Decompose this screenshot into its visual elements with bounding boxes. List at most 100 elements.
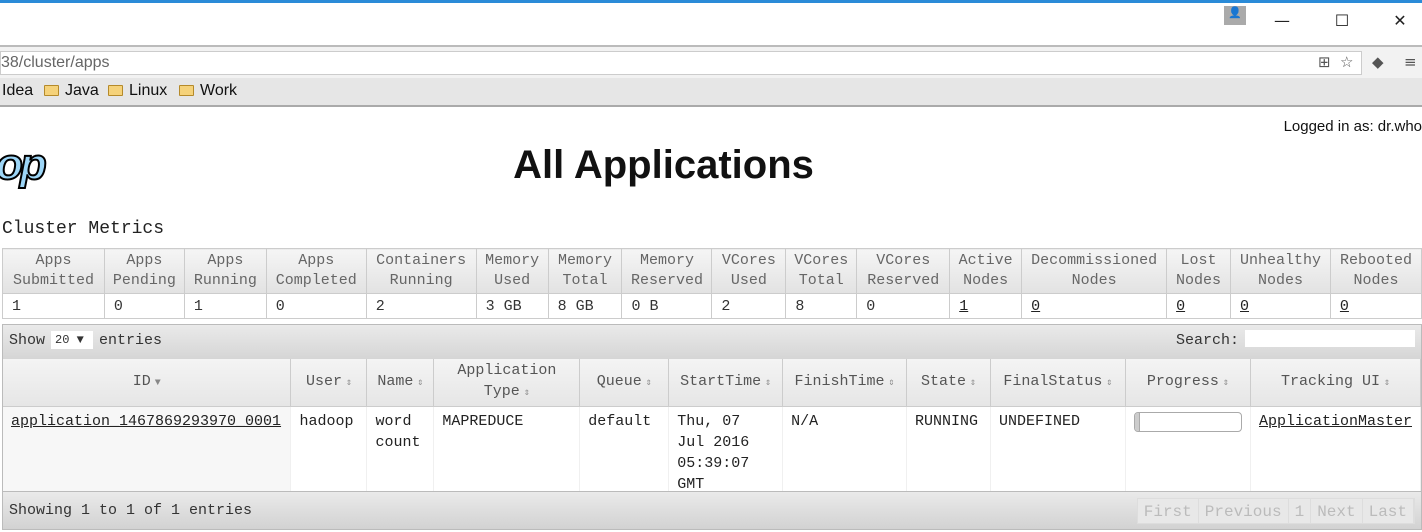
metric-header: Rebooted Nodes	[1329, 248, 1422, 294]
page-size-value: 20	[55, 333, 70, 347]
column-header[interactable]: StartTime ⇕	[668, 359, 784, 407]
pager-first[interactable]: First	[1138, 499, 1199, 523]
metric-header-line: Nodes	[1071, 272, 1117, 289]
translate-icon[interactable]: ⊞	[1318, 53, 1331, 71]
table-row: application_1467869293970_0001 hadoop wo…	[3, 406, 1422, 499]
metric-header-line: Running	[193, 272, 257, 289]
application-master-link[interactable]: ApplicationMaster	[1259, 413, 1412, 430]
close-button[interactable]: ✕	[1388, 11, 1412, 35]
metric-header-line: Unhealthy	[1239, 252, 1321, 269]
metric-header-line: Memory	[639, 252, 694, 269]
metric-header-line: Apps	[126, 252, 163, 269]
metric-header: Containers Running	[365, 248, 477, 294]
metric-header-line: Pending	[112, 272, 176, 289]
metric-value: 2	[711, 293, 787, 319]
applications-table: ID ▼ User ⇕ Name ⇕ Application Type ⇕ Queue ⇕ Star…	[3, 359, 1422, 499]
column-header[interactable]: Name ⇕	[366, 359, 435, 407]
column-header[interactable]: Progress ⇕	[1125, 359, 1251, 407]
column-header[interactable]: FinalStatus ⇕	[990, 359, 1126, 407]
sort-icon[interactable]: ⇕	[1384, 378, 1390, 389]
page-title: All Applications	[513, 143, 814, 187]
column-header[interactable]: User ⇕	[290, 359, 368, 407]
sort-icon[interactable]: ⇕	[765, 378, 771, 389]
bookmark-linux[interactable]: Linux	[108, 82, 167, 100]
sort-icon[interactable]: ⇕	[889, 378, 895, 389]
search-input[interactable]	[1245, 330, 1415, 347]
star-icon[interactable]: ☆	[1340, 53, 1353, 71]
metric-header-line: Total	[798, 272, 844, 289]
metric-link[interactable]: 0	[1240, 298, 1249, 315]
metric-header: VCores Used	[711, 248, 787, 294]
metric-value-text: 2	[375, 297, 385, 315]
maximize-button[interactable]: ☐	[1330, 11, 1354, 35]
applications-panel: Show 20 ▼ entries Search: ID ▼ User ⇕ Name ⇕ App…	[2, 324, 1422, 530]
bookmark-java[interactable]: Java	[44, 82, 99, 100]
sort-icon[interactable]: ⇕	[1223, 378, 1229, 389]
column-header[interactable]: State ⇕	[906, 359, 991, 407]
table-footer: Showing 1 to 1 of 1 entries First Previou…	[3, 491, 1421, 529]
bookmark-label: Java	[65, 82, 99, 99]
minimize-button[interactable]: —	[1270, 11, 1294, 35]
metric-value: 0	[1021, 293, 1168, 319]
metric-header: Decommissioned Nodes	[1021, 248, 1168, 294]
metric-header-line: Reserved	[630, 272, 703, 289]
sort-icon[interactable]: ⇕	[417, 378, 423, 389]
sort-icon[interactable]: ⇕	[970, 378, 976, 389]
pager-1[interactable]: 1	[1289, 499, 1312, 523]
metric-header: Apps Submitted	[2, 248, 105, 294]
metric-value: 0 B	[621, 293, 713, 319]
pager-previous[interactable]: Previous	[1199, 499, 1289, 523]
app-id-link[interactable]: application_1467869293970_0001	[11, 413, 281, 430]
tracking-ui-cell: ApplicationMaster	[1250, 406, 1422, 499]
metric-value: 0	[856, 293, 951, 319]
pager-next[interactable]: Next	[1311, 499, 1363, 523]
sort-icon[interactable]: ⇕	[646, 378, 652, 389]
metric-header: VCores Reserved	[856, 248, 951, 294]
metric-header-line: Submitted	[12, 272, 94, 289]
metric-value: 0	[1329, 293, 1422, 319]
metric-header: Memory Used	[475, 248, 549, 294]
metric-value: 1	[2, 293, 105, 319]
metric-header: Unhealthy Nodes	[1230, 248, 1331, 294]
extension-icon[interactable]: ◆	[1372, 53, 1384, 71]
pagination: First Previous 1 Next Last	[1136, 498, 1415, 524]
search-label: Search:	[1175, 332, 1239, 349]
column-header[interactable]: Application Type ⇕	[433, 359, 581, 407]
url-input[interactable]: 38/cluster/apps	[0, 51, 1362, 75]
sort-desc-icon[interactable]: ▼	[155, 378, 161, 389]
sort-icon[interactable]: ⇕	[346, 378, 352, 389]
title-bar: 👤 — ☐ ✕	[0, 3, 1422, 45]
app-id-cell: application_1467869293970_0001	[3, 406, 292, 499]
column-header-label: StartTime	[680, 372, 762, 390]
entries-info: Showing 1 to 1 of 1 entries	[9, 502, 253, 519]
column-header-label: ID	[132, 372, 151, 390]
sort-icon[interactable]: ⇕	[1106, 378, 1112, 389]
start-time-cell: Thu, 07 Jul 2016 05:39:07 GMT	[668, 406, 784, 499]
pager-last[interactable]: Last	[1363, 499, 1414, 523]
metric-value-text: 8	[795, 297, 805, 315]
bookmark-idea[interactable]: Idea	[2, 82, 33, 100]
column-header-label: Application Type	[457, 362, 557, 401]
column-header-label: User	[305, 372, 342, 390]
column-header[interactable]: Queue ⇕	[579, 359, 670, 407]
column-header-label: State	[920, 372, 966, 390]
column-header[interactable]: FinishTime ⇕	[782, 359, 907, 407]
metric-header: Apps Completed	[265, 248, 367, 294]
page-size-select[interactable]: 20 ▼	[51, 331, 94, 349]
bookmark-work[interactable]: Work	[179, 82, 237, 100]
user-profile-icon[interactable]: 👤	[1224, 6, 1246, 25]
metric-link[interactable]: 1	[959, 298, 968, 315]
menu-icon[interactable]: ≡	[1404, 53, 1417, 71]
progress-cell	[1125, 406, 1251, 499]
metric-link[interactable]: 0	[1340, 298, 1349, 315]
column-header[interactable]: ID ▼	[3, 359, 292, 407]
queue-cell: default	[579, 406, 670, 499]
metric-header: VCores Total	[785, 248, 858, 294]
metric-value: 3 GB	[475, 293, 549, 319]
metric-header-line: Decommissioned	[1031, 252, 1158, 269]
column-header[interactable]: Tracking UI ⇕	[1250, 359, 1422, 407]
metric-header-line: VCores	[876, 252, 931, 269]
metric-link[interactable]: 0	[1176, 298, 1185, 315]
metric-link[interactable]: 0	[1031, 298, 1040, 315]
sort-icon[interactable]: ⇕	[524, 388, 530, 399]
